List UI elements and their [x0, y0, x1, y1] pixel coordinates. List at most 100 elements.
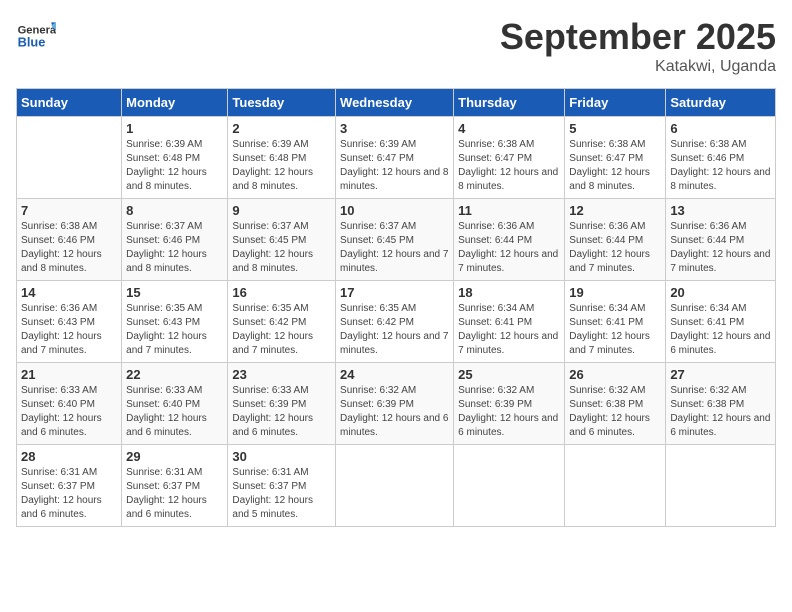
- logo: General Blue: [16, 16, 60, 56]
- day-number: 21: [21, 367, 117, 382]
- day-number: 27: [670, 367, 771, 382]
- day-number: 11: [458, 203, 560, 218]
- calendar-day-cell: 26 Sunrise: 6:32 AMSunset: 6:38 PMDayligh…: [565, 363, 666, 445]
- day-number: 13: [670, 203, 771, 218]
- day-info: Sunrise: 6:31 AMSunset: 6:37 PMDaylight:…: [21, 466, 117, 522]
- day-info: Sunrise: 6:36 AMSunset: 6:44 PMDaylight:…: [569, 220, 661, 276]
- calendar-day-cell: 10Sunrise: 6:37 AMSunset: 6:45 PMDayligh…: [336, 199, 454, 281]
- day-info: Sunrise: 6:35 AMSunset: 6:42 PMDaylight:…: [232, 302, 331, 358]
- day-info: Sunrise: 6:39 AMSunset: 6:47 PMDaylight:…: [340, 138, 449, 194]
- calendar-day-cell: 5Sunrise: 6:38 AMSunset: 6:47 PMDaylight…: [565, 117, 666, 199]
- col-header-sunday: Sunday: [17, 89, 122, 117]
- day-info: Sunrise: 6:32 AMSunset: 6:39 PMDaylight:…: [340, 384, 449, 440]
- day-number: 8: [126, 203, 223, 218]
- day-info: Sunrise: 6:38 AMSunset: 6:47 PMDaylight:…: [458, 138, 560, 194]
- day-info: Sunrise: 6:32 AMSunset: 6:39 PMDaylight:…: [458, 384, 560, 440]
- day-number: 18: [458, 285, 560, 300]
- day-number: 19: [569, 285, 661, 300]
- col-header-thursday: Thursday: [454, 89, 565, 117]
- day-info: Sunrise: 6:34 AMSunset: 6:41 PMDaylight:…: [569, 302, 661, 358]
- day-number: 22: [126, 367, 223, 382]
- calendar-week-row: 28 Sunrise: 6:31 AMSunset: 6:37 PMDayligh…: [17, 445, 776, 527]
- calendar-day-cell: 6 Sunrise: 6:38 AMSunset: 6:46 PMDaylight…: [666, 117, 776, 199]
- calendar-day-cell: [666, 445, 776, 527]
- day-info: Sunrise: 6:33 AMSunset: 6:40 PMDaylight:…: [21, 384, 117, 440]
- day-info: Sunrise: 6:39 AMSunset: 6:48 PMDaylight:…: [232, 138, 331, 194]
- day-number: 1: [126, 121, 223, 136]
- col-header-friday: Friday: [565, 89, 666, 117]
- calendar-day-cell: [454, 445, 565, 527]
- day-number: 23: [232, 367, 331, 382]
- title-block: September 2025 Katakwi, Uganda: [500, 16, 776, 76]
- calendar-table: SundayMondayTuesdayWednesdayThursdayFrid…: [16, 88, 776, 527]
- calendar-week-row: 7 Sunrise: 6:38 AMSunset: 6:46 PMDaylight…: [17, 199, 776, 281]
- calendar-day-cell: 18 Sunrise: 6:34 AMSunset: 6:41 PMDayligh…: [454, 281, 565, 363]
- day-number: 16: [232, 285, 331, 300]
- calendar-week-row: 14Sunrise: 6:36 AMSunset: 6:43 PMDayligh…: [17, 281, 776, 363]
- day-number: 3: [340, 121, 449, 136]
- day-number: 7: [21, 203, 117, 218]
- day-info: Sunrise: 6:36 AMSunset: 6:44 PMDaylight:…: [670, 220, 771, 276]
- day-info: Sunrise: 6:32 AMSunset: 6:38 PMDaylight:…: [569, 384, 661, 440]
- calendar-header-row: SundayMondayTuesdayWednesdayThursdayFrid…: [17, 89, 776, 117]
- day-number: 26: [569, 367, 661, 382]
- day-info: Sunrise: 6:38 AMSunset: 6:46 PMDaylight:…: [670, 138, 771, 194]
- calendar-week-row: 21 Sunrise: 6:33 AMSunset: 6:40 PMDayligh…: [17, 363, 776, 445]
- col-header-wednesday: Wednesday: [336, 89, 454, 117]
- svg-text:Blue: Blue: [18, 34, 46, 49]
- calendar-day-cell: 19 Sunrise: 6:34 AMSunset: 6:41 PMDayligh…: [565, 281, 666, 363]
- day-info: Sunrise: 6:33 AMSunset: 6:39 PMDaylight:…: [232, 384, 331, 440]
- day-info: Sunrise: 6:37 AMSunset: 6:45 PMDaylight:…: [232, 220, 331, 276]
- calendar-day-cell: 9 Sunrise: 6:37 AMSunset: 6:45 PMDaylight…: [228, 199, 336, 281]
- calendar-day-cell: 1 Sunrise: 6:39 AMSunset: 6:48 PMDaylight…: [122, 117, 228, 199]
- day-number: 20: [670, 285, 771, 300]
- day-info: Sunrise: 6:37 AMSunset: 6:46 PMDaylight:…: [126, 220, 223, 276]
- calendar-day-cell: 24Sunrise: 6:32 AMSunset: 6:39 PMDayligh…: [336, 363, 454, 445]
- calendar-week-row: 1 Sunrise: 6:39 AMSunset: 6:48 PMDaylight…: [17, 117, 776, 199]
- day-number: 28: [21, 449, 117, 464]
- calendar-day-cell: 30Sunrise: 6:31 AMSunset: 6:37 PMDayligh…: [228, 445, 336, 527]
- page-header: General Blue September 2025 Katakwi, Uga…: [16, 16, 776, 76]
- day-info: Sunrise: 6:34 AMSunset: 6:41 PMDaylight:…: [458, 302, 560, 358]
- day-info: Sunrise: 6:36 AMSunset: 6:43 PMDaylight:…: [21, 302, 117, 358]
- calendar-day-cell: [17, 117, 122, 199]
- calendar-day-cell: 16 Sunrise: 6:35 AMSunset: 6:42 PMDayligh…: [228, 281, 336, 363]
- calendar-day-cell: 20 Sunrise: 6:34 AMSunset: 6:41 PMDayligh…: [666, 281, 776, 363]
- day-number: 12: [569, 203, 661, 218]
- day-info: Sunrise: 6:36 AMSunset: 6:44 PMDaylight:…: [458, 220, 560, 276]
- calendar-day-cell: 13 Sunrise: 6:36 AMSunset: 6:44 PMDayligh…: [666, 199, 776, 281]
- day-number: 9: [232, 203, 331, 218]
- day-info: Sunrise: 6:33 AMSunset: 6:40 PMDaylight:…: [126, 384, 223, 440]
- calendar-day-cell: 4 Sunrise: 6:38 AMSunset: 6:47 PMDaylight…: [454, 117, 565, 199]
- calendar-day-cell: 15Sunrise: 6:35 AMSunset: 6:43 PMDayligh…: [122, 281, 228, 363]
- day-number: 4: [458, 121, 560, 136]
- day-number: 2: [232, 121, 331, 136]
- day-info: Sunrise: 6:38 AMSunset: 6:46 PMDaylight:…: [21, 220, 117, 276]
- calendar-day-cell: 14Sunrise: 6:36 AMSunset: 6:43 PMDayligh…: [17, 281, 122, 363]
- calendar-day-cell: 3 Sunrise: 6:39 AMSunset: 6:47 PMDaylight…: [336, 117, 454, 199]
- calendar-day-cell: 28 Sunrise: 6:31 AMSunset: 6:37 PMDayligh…: [17, 445, 122, 527]
- calendar-day-cell: 17Sunrise: 6:35 AMSunset: 6:42 PMDayligh…: [336, 281, 454, 363]
- calendar-day-cell: 11 Sunrise: 6:36 AMSunset: 6:44 PMDayligh…: [454, 199, 565, 281]
- day-number: 10: [340, 203, 449, 218]
- day-info: Sunrise: 6:31 AMSunset: 6:37 PMDaylight:…: [232, 466, 331, 522]
- col-header-saturday: Saturday: [666, 89, 776, 117]
- day-info: Sunrise: 6:39 AMSunset: 6:48 PMDaylight:…: [126, 138, 223, 194]
- calendar-day-cell: 8 Sunrise: 6:37 AMSunset: 6:46 PMDaylight…: [122, 199, 228, 281]
- calendar-day-cell: 21 Sunrise: 6:33 AMSunset: 6:40 PMDayligh…: [17, 363, 122, 445]
- day-number: 29: [126, 449, 223, 464]
- month-title: September 2025: [500, 16, 776, 58]
- calendar-day-cell: 2 Sunrise: 6:39 AMSunset: 6:48 PMDaylight…: [228, 117, 336, 199]
- col-header-monday: Monday: [122, 89, 228, 117]
- day-info: Sunrise: 6:32 AMSunset: 6:38 PMDaylight:…: [670, 384, 771, 440]
- calendar-day-cell: 7 Sunrise: 6:38 AMSunset: 6:46 PMDaylight…: [17, 199, 122, 281]
- day-info: Sunrise: 6:35 AMSunset: 6:43 PMDaylight:…: [126, 302, 223, 358]
- day-info: Sunrise: 6:34 AMSunset: 6:41 PMDaylight:…: [670, 302, 771, 358]
- calendar-day-cell: 27 Sunrise: 6:32 AMSunset: 6:38 PMDayligh…: [666, 363, 776, 445]
- calendar-day-cell: 22 Sunrise: 6:33 AMSunset: 6:40 PMDayligh…: [122, 363, 228, 445]
- calendar-day-cell: 23 Sunrise: 6:33 AMSunset: 6:39 PMDayligh…: [228, 363, 336, 445]
- col-header-tuesday: Tuesday: [228, 89, 336, 117]
- calendar-day-cell: 29 Sunrise: 6:31 AMSunset: 6:37 PMDayligh…: [122, 445, 228, 527]
- day-number: 6: [670, 121, 771, 136]
- day-info: Sunrise: 6:31 AMSunset: 6:37 PMDaylight:…: [126, 466, 223, 522]
